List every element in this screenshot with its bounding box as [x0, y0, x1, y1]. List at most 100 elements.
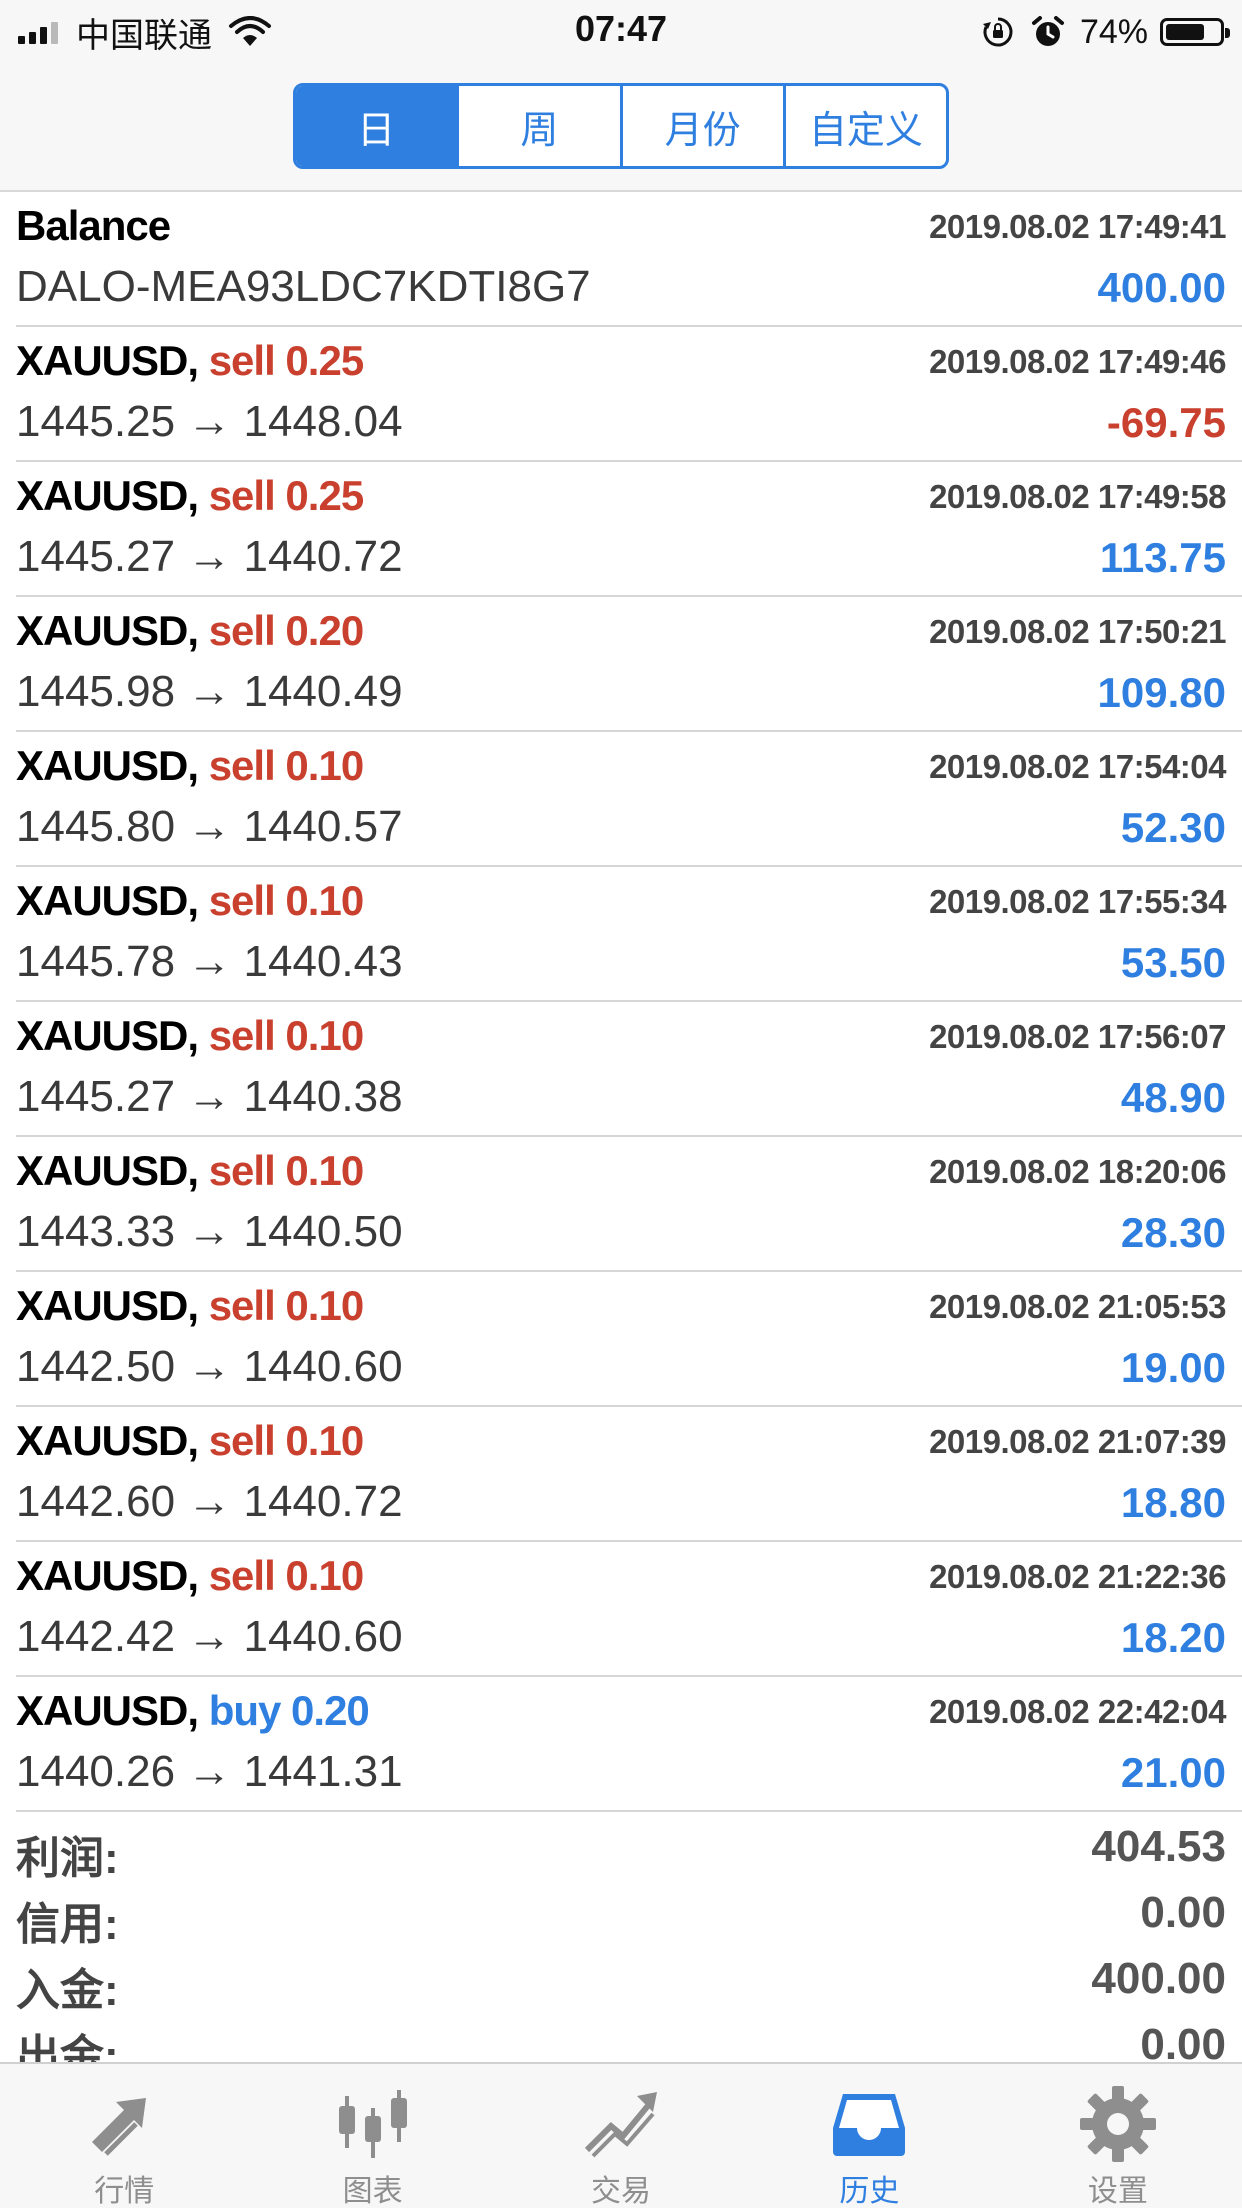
trade-side-volume: sell 0.20	[208, 607, 364, 654]
tab-quotes[interactable]: 行情	[0, 2064, 248, 2208]
history-list: Balance 2019.08.02 17:49:41 DALO-MEA93LD…	[0, 192, 1242, 1812]
trade-prices: 1443.33 → 1440.50	[16, 1207, 403, 1256]
trade-row[interactable]: XAUUSD, sell 0.25 2019.08.02 17:49:58 1445…	[16, 462, 1242, 597]
trade-side-volume: sell 0.10	[208, 877, 364, 924]
battery-icon	[1160, 18, 1230, 46]
trade-time: 2019.08.02 17:54:04	[929, 748, 1226, 785]
trade-side-volume: buy 0.20	[208, 1687, 370, 1734]
trade-prices: 1442.42 → 1440.60	[16, 1612, 403, 1661]
status-bar: 中国联通 07:47 74%	[0, 0, 1242, 62]
trade-time: 2019.08.02 17:55:34	[929, 883, 1226, 920]
summary-label: 信用:	[16, 1900, 119, 1949]
trade-profit: 19.00	[1120, 1344, 1226, 1391]
trade-prices: 1445.25 → 1448.04	[16, 397, 403, 446]
trade-prices: 1442.50 → 1440.60	[16, 1342, 403, 1391]
trade-side-volume: sell 0.10	[208, 1552, 364, 1599]
trade-row[interactable]: XAUUSD, sell 0.10 2019.08.02 21:07:39 1442…	[16, 1407, 1242, 1542]
trade-prices: 1445.27 → 1440.38	[16, 1072, 403, 1121]
history-tray-icon	[833, 2094, 906, 2156]
trade-profit: 52.30	[1120, 804, 1226, 851]
trade-side-volume: sell 0.10	[208, 742, 364, 789]
trade-row[interactable]: XAUUSD, sell 0.10 2019.08.02 18:20:06 1443…	[16, 1137, 1242, 1272]
trade-profit: 53.50	[1120, 939, 1226, 986]
trade-row[interactable]: XAUUSD, sell 0.10 2019.08.02 17:54:04 1445…	[16, 732, 1242, 867]
balance-row[interactable]: Balance 2019.08.02 17:49:41 DALO-MEA93LD…	[16, 192, 1242, 327]
trade-profit: 18.20	[1120, 1614, 1226, 1661]
trade-row[interactable]: XAUUSD, sell 0.10 2019.08.02 17:56:07 1445…	[16, 1002, 1242, 1137]
summary-value: 404.53	[1091, 1822, 1226, 1871]
trade-symbol: XAUUSD,	[16, 1687, 199, 1734]
trade-time: 2019.08.02 17:56:07	[929, 1018, 1226, 1055]
tab-label: 设置	[1087, 2175, 1148, 2208]
summary-value: 400.00	[1091, 1954, 1226, 2003]
trade-profit: 109.80	[1097, 669, 1226, 716]
trade-prices: 1440.26 → 1441.31	[16, 1747, 403, 1796]
trade-symbol: XAUUSD,	[16, 607, 199, 654]
tab-label: 历史	[839, 2175, 900, 2208]
trade-side-volume: sell 0.25	[208, 337, 364, 384]
balance-title: Balance	[16, 202, 171, 249]
trade-row[interactable]: XAUUSD, sell 0.20 2019.08.02 17:50:21 1445…	[16, 597, 1242, 732]
trade-prices: 1442.60 → 1440.72	[16, 1477, 403, 1526]
battery-percentage: 74%	[1079, 12, 1148, 51]
tab-label: 行情	[94, 2175, 155, 2208]
trade-time: 2019.08.02 17:50:21	[929, 613, 1226, 650]
trade-time: 2019.08.02 22:42:04	[929, 1693, 1226, 1730]
trade-row[interactable]: XAUUSD, sell 0.25 2019.08.02 17:49:46 1445…	[16, 327, 1242, 462]
bottom-tab-bar: 行情 图表 交易 历史 设置	[0, 2062, 1242, 2208]
segment-day[interactable]: 日	[296, 86, 457, 166]
trade-side-volume: sell 0.10	[208, 1012, 364, 1059]
trade-symbol: XAUUSD,	[16, 1282, 199, 1329]
period-segmented-control: 日 周 月份 自定义	[293, 83, 949, 169]
trade-symbol: XAUUSD,	[16, 1417, 199, 1464]
trade-prices: 1445.98 → 1440.49	[16, 667, 403, 716]
trade-symbol: XAUUSD,	[16, 1147, 199, 1194]
trade-prices: 1445.27 → 1440.72	[16, 532, 403, 581]
segment-custom[interactable]: 自定义	[782, 86, 946, 166]
segment-month[interactable]: 月份	[619, 86, 783, 166]
segment-week[interactable]: 周	[456, 86, 619, 166]
balance-comment: DALO-MEA93LDC7KDTI8G7	[16, 262, 591, 311]
summary-row-deposit: 入金: 400.00	[16, 1946, 1226, 2015]
trade-profit: 48.90	[1120, 1074, 1226, 1121]
trade-profit: 21.00	[1120, 1749, 1226, 1796]
trade-profit: 18.80	[1120, 1479, 1226, 1526]
summary-row-profit: 利润: 404.53	[16, 1814, 1226, 1883]
trade-row[interactable]: XAUUSD, sell 0.10 2019.08.02 21:22:36 1442…	[16, 1542, 1242, 1677]
trade-time: 2019.08.02 21:07:39	[929, 1423, 1226, 1460]
trade-time: 2019.08.02 18:20:06	[929, 1153, 1226, 1190]
tab-label: 交易	[591, 2175, 652, 2208]
summary-label: 入金:	[16, 1966, 119, 2015]
trade-profit: -69.75	[1106, 399, 1226, 446]
trade-side-volume: sell 0.10	[208, 1417, 364, 1464]
trade-time: 2019.08.02 17:49:58	[929, 478, 1226, 515]
summary-row-credit: 信用: 0.00	[16, 1880, 1226, 1949]
summary-value: 0.00	[1140, 1888, 1226, 1937]
trade-time: 2019.08.02 17:49:46	[929, 343, 1226, 380]
trade-side-volume: sell 0.10	[208, 1147, 364, 1194]
trade-symbol: XAUUSD,	[16, 877, 199, 924]
tab-label: 图表	[342, 2175, 403, 2208]
candlestick-chart-icon	[338, 2090, 407, 2158]
trade-row[interactable]: XAUUSD, sell 0.10 2019.08.02 21:05:53 1442…	[16, 1272, 1242, 1407]
trade-symbol: XAUUSD,	[16, 337, 199, 384]
trade-symbol: XAUUSD,	[16, 742, 199, 789]
tab-trade[interactable]: 交易	[497, 2064, 745, 2208]
balance-time: 2019.08.02 17:49:41	[929, 208, 1226, 245]
trade-row[interactable]: XAUUSD, buy 0.20 2019.08.02 22:42:04 1440.…	[16, 1677, 1242, 1812]
trade-row[interactable]: XAUUSD, sell 0.10 2019.08.02 17:55:34 1445…	[16, 867, 1242, 1002]
tab-charts[interactable]: 图表	[248, 2064, 496, 2208]
trade-chart-icon	[584, 2092, 658, 2158]
trade-symbol: XAUUSD,	[16, 472, 199, 519]
trade-time: 2019.08.02 21:05:53	[929, 1288, 1226, 1325]
trade-side-volume: sell 0.10	[208, 1282, 364, 1329]
trade-prices: 1445.80 → 1440.57	[16, 802, 403, 851]
trade-prices: 1445.78 → 1440.43	[16, 937, 403, 986]
trade-time: 2019.08.02 21:22:36	[929, 1558, 1226, 1595]
trade-symbol: XAUUSD,	[16, 1552, 199, 1599]
tab-history[interactable]: 历史	[745, 2064, 993, 2208]
alarm-clock-icon	[1031, 16, 1064, 46]
summary-panel: 利润: 404.53 信用: 0.00 入金: 400.00 出金: 0.00	[16, 1814, 1226, 2081]
trade-symbol: XAUUSD,	[16, 1012, 199, 1059]
tab-settings[interactable]: 设置	[994, 2064, 1242, 2208]
